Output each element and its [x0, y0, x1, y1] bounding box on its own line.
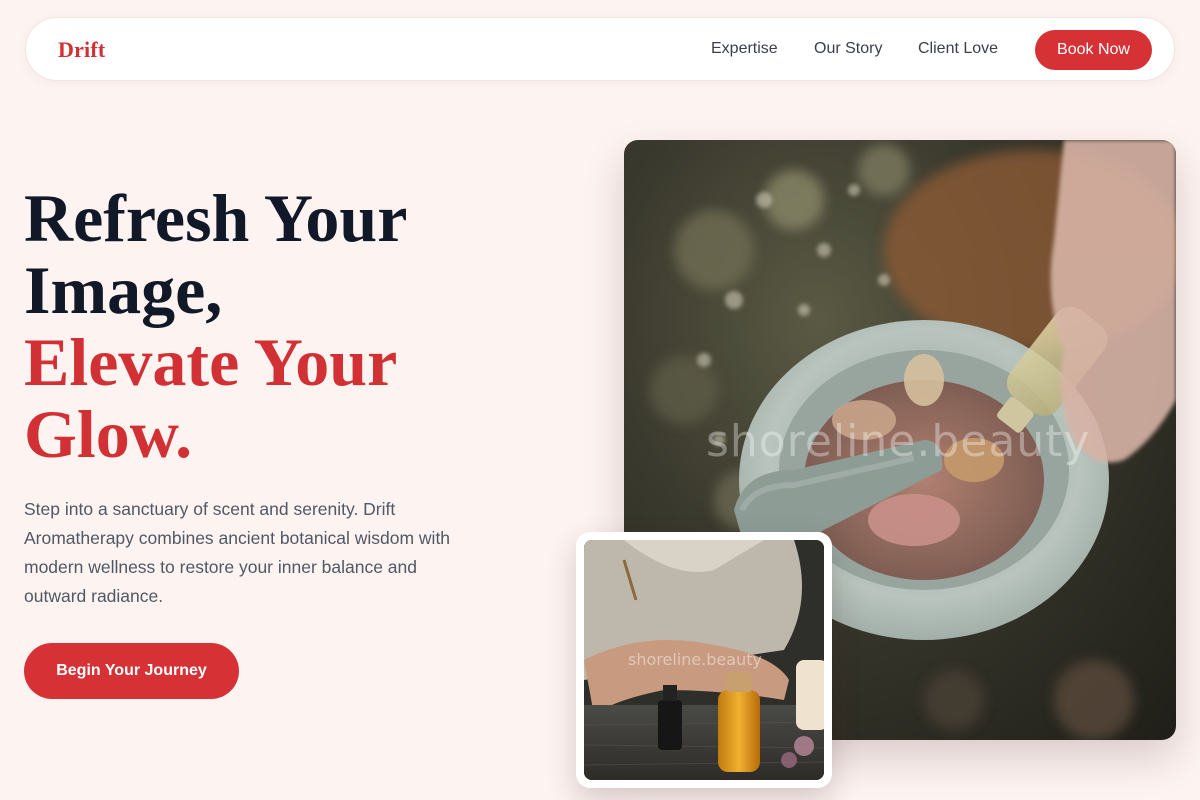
secondary-image-frame: shoreline.beauty: [576, 532, 832, 788]
headline-line-4: Glow.: [24, 396, 193, 472]
navbar: Drift Expertise Our Story Client Love Bo…: [25, 17, 1175, 81]
nav-link-client-love[interactable]: Client Love: [918, 40, 998, 58]
secondary-image-oils: shoreline.beauty: [584, 540, 824, 780]
headline-line-3: Elevate Your: [24, 324, 398, 400]
page: Drift Expertise Our Story Client Love Bo…: [0, 0, 1200, 800]
nav-link-our-story[interactable]: Our Story: [814, 40, 882, 58]
nav-link-expertise[interactable]: Expertise: [711, 40, 778, 58]
hero-description: Step into a sanctuary of scent and seren…: [24, 499, 451, 606]
oils-illustration: [584, 540, 824, 780]
headline-line-2: Image,: [24, 252, 223, 328]
book-now-button[interactable]: Book Now: [1035, 30, 1152, 70]
brand-logo[interactable]: Drift: [58, 37, 105, 63]
headline-line-1: Refresh Your: [24, 180, 408, 256]
hero-headline: Refresh Your Image, Elevate Your Glow.: [24, 182, 564, 470]
begin-journey-button[interactable]: Begin Your Journey: [24, 643, 239, 699]
